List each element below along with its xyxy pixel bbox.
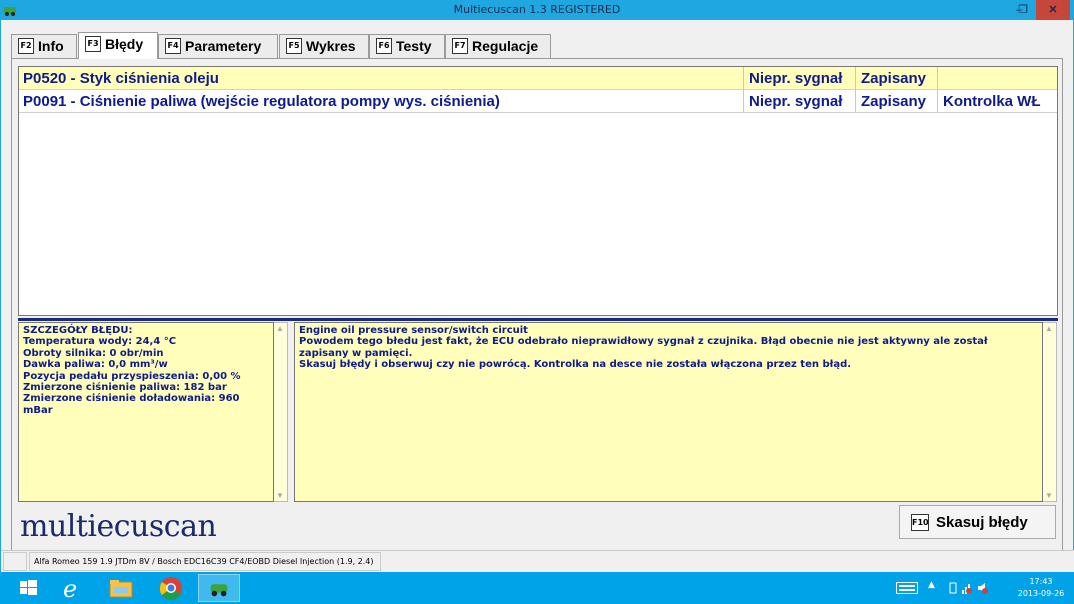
app-window: F2 Info F3 Błędy F4 Parametery F5 Wykres F6 T… bbox=[0, 20, 1074, 572]
maximize-button[interactable]: ❐ bbox=[1014, 0, 1032, 20]
tab-wykres[interactable]: F5 Wykres bbox=[279, 34, 369, 58]
vehicle-status: Alfa Romeo 159 1.9 JTDm 8V / Bosch EDC16… bbox=[29, 552, 381, 571]
tab-label: Wykres bbox=[306, 38, 356, 54]
show-hidden-icons-icon[interactable]: ▲ bbox=[928, 580, 935, 590]
f2-key-icon: F2 bbox=[18, 38, 34, 54]
divider bbox=[18, 318, 1058, 321]
f7-key-icon: F7 bbox=[452, 38, 468, 54]
tab-bledy[interactable]: F3 Błędy bbox=[78, 32, 158, 59]
file-explorer-icon[interactable] bbox=[100, 574, 142, 602]
error-description-box[interactable]: Engine oil pressure sensor/switch circui… bbox=[294, 322, 1043, 502]
multiecuscan-logo: multiecuscan bbox=[20, 509, 217, 544]
clock-date: 2013-09-26 bbox=[1017, 589, 1065, 598]
start-icon[interactable] bbox=[8, 574, 50, 602]
details-line: SZCZEGÓŁY BŁĘDU: bbox=[23, 325, 133, 336]
f3-key-icon: F3 bbox=[85, 36, 101, 52]
status-cell-empty bbox=[3, 552, 27, 571]
title-bar: Multiecuscan 1.3 REGISTERED – ❐ ✕ bbox=[0, 0, 1074, 20]
error-row[interactable]: P0520 - Styk ciśnienia oleju Niepr. sygn… bbox=[19, 67, 1057, 90]
error-code: P0091 - Ciśnienie paliwa (wejście regula… bbox=[23, 93, 500, 110]
error-signal: Niepr. sygnał bbox=[749, 93, 843, 110]
f6-key-icon: F6 bbox=[376, 38, 392, 54]
error-code: P0520 - Styk ciśnienia oleju bbox=[23, 70, 219, 87]
tab-regulacje[interactable]: F7 Regulacje bbox=[445, 34, 551, 58]
details-line: Obroty silnika: 0 obr/min bbox=[23, 347, 164, 359]
error-row[interactable]: P0091 - Ciśnienie paliwa (wejście regula… bbox=[19, 90, 1057, 113]
description-line: Engine oil pressure sensor/switch circui… bbox=[299, 325, 528, 336]
svg-text:e: e bbox=[63, 575, 77, 602]
tab-info[interactable]: F2 Info bbox=[11, 34, 77, 58]
tab-testy[interactable]: F6 Testy bbox=[369, 34, 445, 58]
tab-parametery[interactable]: F4 Parametery bbox=[158, 34, 278, 58]
f10-key-icon: F10 bbox=[911, 514, 929, 531]
error-details-box[interactable]: SZCZEGÓŁY BŁĘDU: Temperatura wody: 24,4 … bbox=[18, 322, 274, 502]
system-tray: ▲ 17:43 2013-09-26 bbox=[880, 572, 1074, 604]
clear-errors-button[interactable]: F10 Skasuj błędy bbox=[899, 505, 1056, 539]
details-line: Temperatura wody: 24,4 °C bbox=[23, 336, 177, 348]
details-line: Pozycja pedału przyspieszenia: 0,00 % bbox=[23, 370, 241, 382]
clock-time: 17:43 bbox=[1029, 577, 1053, 586]
window-title: Multiecuscan 1.3 REGISTERED bbox=[453, 3, 621, 16]
errors-panel: P0520 - Styk ciśnienia oleju Niepr. sygn… bbox=[11, 58, 1063, 566]
tab-label: Parametery bbox=[185, 38, 262, 54]
close-button[interactable]: ✕ bbox=[1036, 0, 1070, 20]
volume-icon[interactable] bbox=[978, 582, 988, 594]
details-line: Zmierzone ciśnienie paliwa: 182 bar bbox=[23, 382, 227, 394]
scroll-down-icon[interactable]: ▼ bbox=[1043, 491, 1055, 500]
description-line: Powodem tego błedu jest fakt, że ECU ode… bbox=[299, 336, 988, 359]
f4-key-icon: F4 bbox=[165, 38, 181, 54]
clear-errors-label: Skasuj błędy bbox=[936, 514, 1028, 531]
network-icon[interactable] bbox=[962, 582, 972, 594]
clock[interactable]: 17:43 2013-09-26 bbox=[1010, 576, 1072, 600]
error-lamp: Kontrolka WŁ bbox=[943, 93, 1041, 110]
details-line: Dawka paliwa: 0,0 mm³/w bbox=[23, 359, 168, 371]
error-signal: Niepr. sygnał bbox=[749, 70, 843, 87]
error-list[interactable]: P0520 - Styk ciśnienia oleju Niepr. sygn… bbox=[18, 66, 1058, 316]
tab-label: Info bbox=[38, 38, 64, 54]
internet-explorer-icon[interactable]: e bbox=[50, 574, 92, 602]
description-line: Skasuj błędy i obserwuj czy nie powrócą.… bbox=[299, 359, 852, 371]
battery-icon[interactable] bbox=[948, 582, 958, 594]
multiecuscan-taskbar-icon[interactable] bbox=[198, 574, 240, 602]
details-scrollbar[interactable]: ▲ ▼ bbox=[274, 322, 288, 502]
tab-label: Błędy bbox=[105, 36, 144, 52]
scroll-down-icon[interactable]: ▼ bbox=[274, 491, 286, 500]
tab-label: Testy bbox=[396, 38, 432, 54]
f5-key-icon: F5 bbox=[286, 38, 302, 54]
scroll-up-icon[interactable]: ▲ bbox=[1043, 324, 1055, 333]
error-status: Zapisany bbox=[861, 70, 927, 87]
status-bar: Alfa Romeo 159 1.9 JTDm 8V / Bosch EDC16… bbox=[1, 550, 1074, 572]
chrome-icon[interactable] bbox=[150, 574, 192, 602]
taskbar: e ▲ 17:43 2013-09-26 bbox=[0, 572, 1074, 604]
error-status: Zapisany bbox=[861, 93, 927, 110]
keyboard-icon[interactable] bbox=[896, 582, 918, 594]
tab-label: Regulacje bbox=[472, 38, 539, 54]
details-line: Zmierzone ciśnienie doładowania: 960 mBa… bbox=[23, 393, 240, 416]
scroll-up-icon[interactable]: ▲ bbox=[274, 324, 286, 333]
description-scrollbar[interactable]: ▲ ▼ bbox=[1043, 322, 1057, 502]
